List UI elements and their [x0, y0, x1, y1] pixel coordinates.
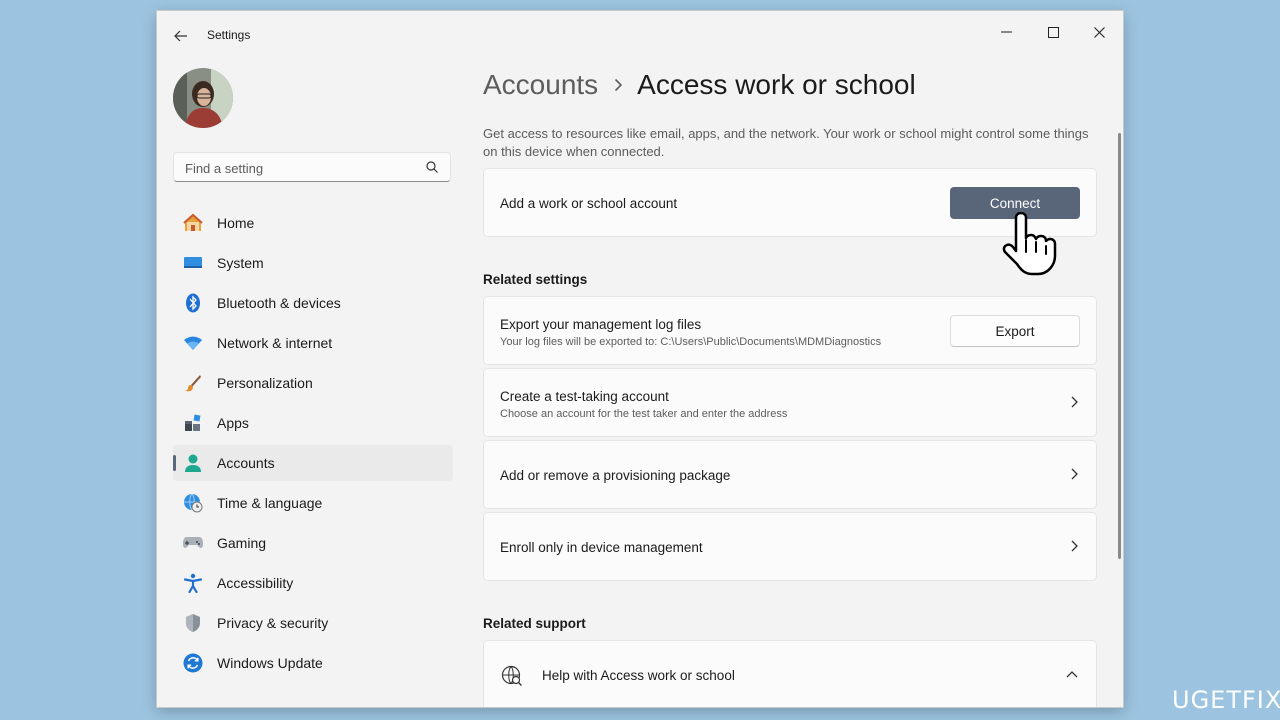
watermark: UGETFIX [1172, 686, 1280, 714]
export-button[interactable]: Export [950, 315, 1080, 347]
maximize-icon [1047, 26, 1059, 38]
apps-icon [182, 412, 204, 434]
maximize-button[interactable] [1030, 17, 1076, 47]
sidebar-item-label: System [217, 255, 264, 271]
sidebar-nav: Home System Bluetooth & devices Network … [173, 205, 453, 685]
sidebar-item-personalization[interactable]: Personalization [173, 365, 453, 401]
update-icon [182, 652, 204, 674]
bluetooth-icon [182, 292, 204, 314]
selection-indicator [173, 455, 176, 471]
sidebar-item-label: Bluetooth & devices [217, 295, 341, 311]
export-logs-subtitle: Your log files will be exported to: C:\U… [500, 336, 882, 348]
sidebar-item-label: Home [217, 215, 255, 231]
sidebar-item-label: Gaming [217, 535, 267, 551]
hand-cursor-icon [1002, 212, 1057, 276]
sidebar-item-bluetooth[interactable]: Bluetooth & devices [173, 285, 453, 321]
sidebar-item-home[interactable]: Home [173, 205, 453, 241]
sidebar-item-label: Personalization [217, 375, 313, 391]
sidebar-item-label: Accounts [217, 455, 275, 471]
minimize-button[interactable] [983, 17, 1029, 47]
scrollbar[interactable] [1118, 133, 1121, 559]
brush-icon [182, 372, 204, 394]
accessibility-icon [182, 572, 204, 594]
related-settings-heading: Related settings [483, 272, 588, 287]
page-title: Access work or school [637, 69, 916, 100]
breadcrumb-parent[interactable]: Accounts [483, 69, 598, 101]
search-icon[interactable] [426, 161, 438, 173]
globe-search-icon [501, 665, 522, 686]
help-card[interactable]: Help with Access work or school [483, 640, 1097, 707]
sidebar-item-windows-update[interactable]: Windows Update [173, 645, 453, 681]
app-title: Settings [207, 28, 251, 42]
globe-clock-icon [182, 492, 204, 514]
system-icon [182, 252, 204, 274]
chevron-right-icon [1071, 468, 1078, 480]
test-account-title: Create a test-taking account [500, 389, 669, 404]
wifi-icon [182, 332, 204, 354]
sidebar-item-accounts[interactable]: Accounts [173, 445, 453, 481]
home-icon [182, 212, 204, 234]
related-support-heading: Related support [483, 616, 586, 631]
avatar[interactable] [173, 68, 233, 128]
accounts-icon [182, 452, 204, 474]
watermark-text-start: UG [1172, 686, 1211, 714]
provisioning-card[interactable]: Add or remove a provisioning package [483, 440, 1097, 509]
search-box[interactable]: Find a setting [173, 152, 451, 182]
sidebar-item-gaming[interactable]: Gaming [173, 525, 453, 561]
title-bar: Settings [157, 11, 1123, 57]
gamepad-icon [182, 532, 204, 554]
breadcrumb: Accounts Access work or school [483, 69, 916, 101]
sidebar-item-label: Accessibility [217, 575, 294, 591]
test-account-card[interactable]: Create a test-taking account Choose an a… [483, 368, 1097, 437]
back-arrow-icon [174, 30, 187, 42]
connect-card-title: Add a work or school account [500, 196, 678, 211]
page-description: Get access to resources like email, apps… [483, 126, 1089, 159]
export-logs-title: Export your management log files [500, 317, 702, 332]
watermark-text-mid: ET [1210, 686, 1242, 714]
close-icon [1093, 26, 1105, 38]
sidebar-item-network[interactable]: Network & internet [173, 325, 453, 361]
chevron-up-icon[interactable] [1066, 671, 1078, 678]
chevron-right-icon [614, 78, 623, 92]
sidebar-item-time-language[interactable]: Time & language [173, 485, 453, 521]
sidebar-item-label: Time & language [217, 495, 323, 511]
watermark-text-end: FIX [1242, 686, 1280, 714]
sidebar-item-system[interactable]: System [173, 245, 453, 281]
sidebar-item-privacy[interactable]: Privacy & security [173, 605, 453, 641]
chevron-right-icon [1071, 540, 1078, 552]
shield-icon [182, 612, 204, 634]
chevron-right-icon [1071, 396, 1078, 408]
help-title: Help with Access work or school [542, 668, 735, 683]
sidebar-item-label: Apps [217, 415, 249, 431]
sidebar-item-apps[interactable]: Apps [173, 405, 453, 441]
back-button[interactable] [169, 25, 193, 47]
enroll-title: Enroll only in device management [500, 540, 703, 555]
sidebar-item-label: Network & internet [217, 335, 333, 351]
search-input[interactable]: Find a setting [185, 161, 263, 176]
enroll-card[interactable]: Enroll only in device management [483, 512, 1097, 581]
export-logs-card: Export your management log files Your lo… [483, 296, 1097, 365]
sidebar-item-label: Windows Update [217, 655, 323, 671]
provisioning-title: Add or remove a provisioning package [500, 468, 731, 483]
minimize-icon [1000, 31, 1012, 33]
sidebar-item-accessibility[interactable]: Accessibility [173, 565, 453, 601]
settings-window: Settings Find a setting Home System Blue… [157, 11, 1123, 707]
sidebar-item-label: Privacy & security [217, 615, 329, 631]
close-button[interactable] [1076, 17, 1122, 47]
test-account-subtitle: Choose an account for the test taker and… [500, 408, 788, 420]
user-photo-icon [173, 68, 233, 128]
